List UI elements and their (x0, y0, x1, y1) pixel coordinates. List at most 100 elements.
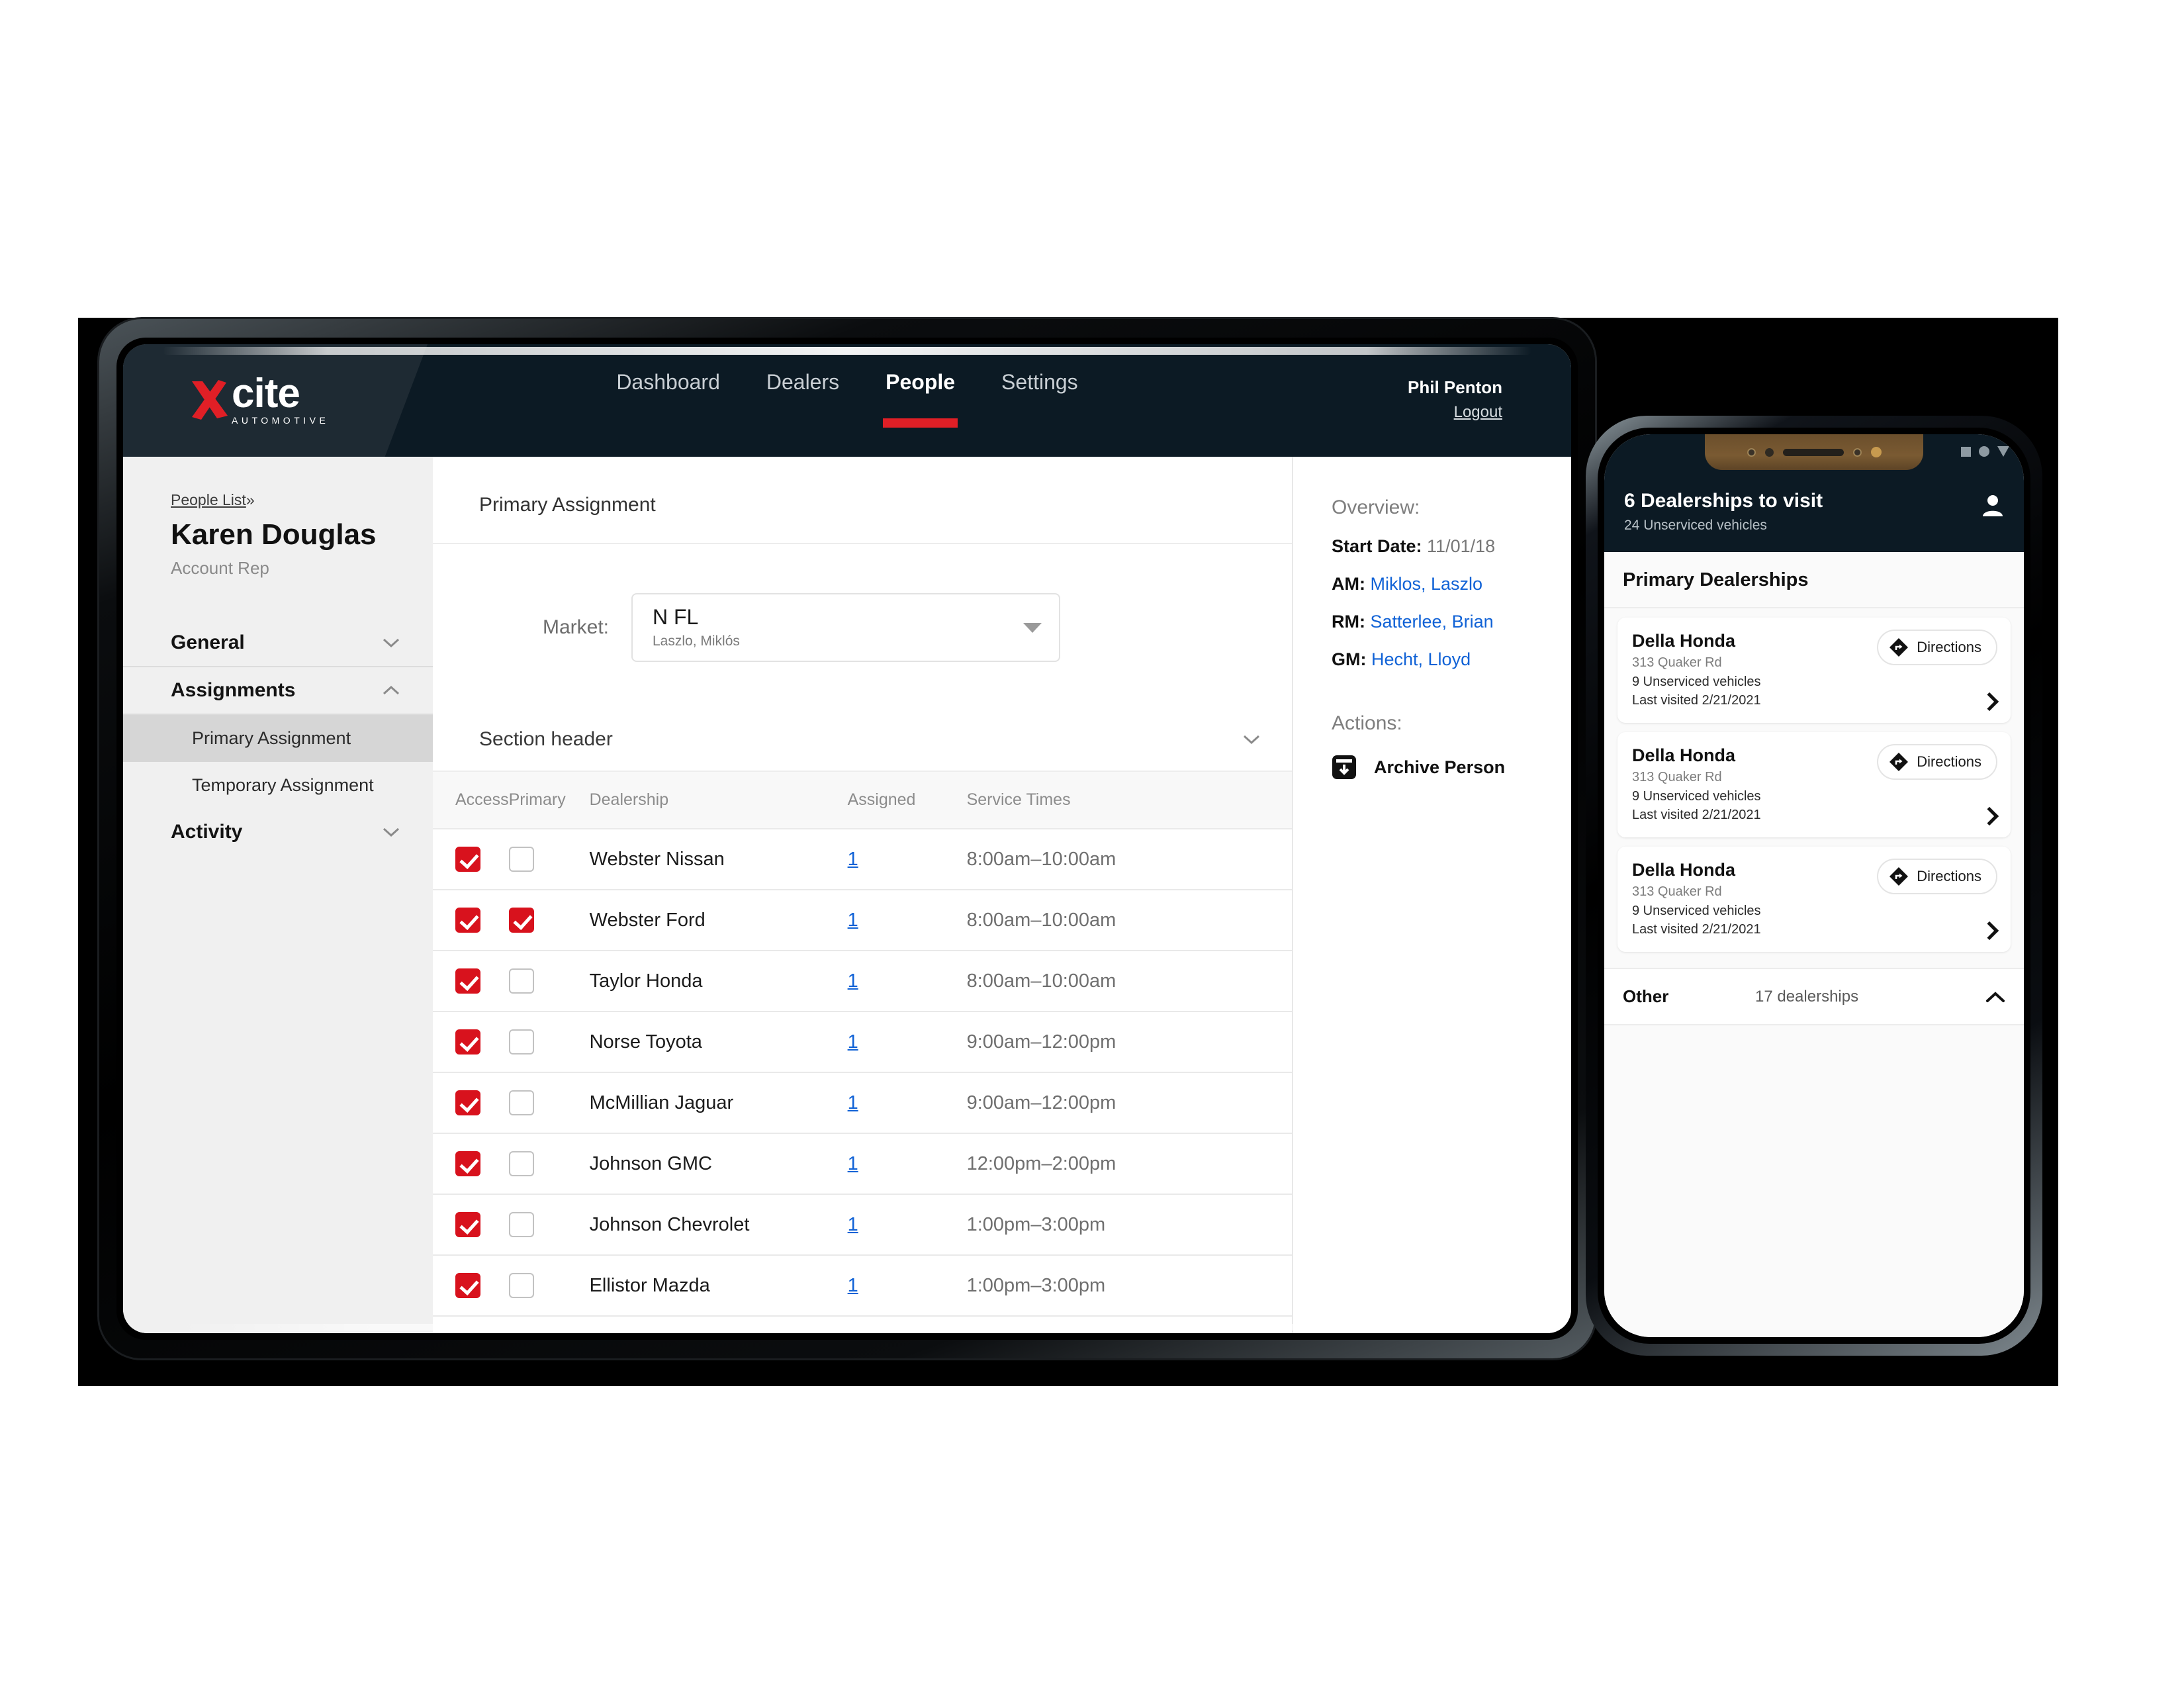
person-icon[interactable] (1981, 494, 2004, 518)
user-menu: Phil Penton Logout (1408, 377, 1502, 422)
primary-checkbox[interactable] (508, 968, 534, 994)
phone-header-title: 6 Dealerships to visit (1624, 490, 1823, 512)
chevron-down-icon (1023, 622, 1042, 633)
phone-screen: 6 Dealerships to visit 24 Unserviced veh… (1604, 434, 2024, 1337)
access-checkbox[interactable] (455, 1212, 480, 1237)
cell-access (433, 890, 509, 951)
breadcrumb: People List» (171, 491, 433, 509)
overview-gm-link[interactable]: Hecht, Lloyd (1371, 649, 1471, 669)
primary-checkbox[interactable] (508, 847, 534, 872)
sidebar-item-primary-assignment[interactable]: Primary Assignment (123, 715, 433, 762)
cell-primary (508, 890, 590, 951)
cell-service-times: 9:00am–12:00pm (966, 1072, 1292, 1134)
user-name: Phil Penton (1408, 377, 1502, 397)
assigned-count-link[interactable]: 1 (848, 1275, 858, 1296)
sidebar: People List» Karen Douglas Account Rep G… (123, 457, 433, 1333)
dealership-card-unserviced: 9 Unserviced vehicles (1632, 789, 1761, 804)
breadcrumb-people-list-link[interactable]: People List (171, 491, 246, 508)
sidebar-item-activity[interactable]: Activity (123, 809, 433, 855)
breadcrumb-separator: » (246, 491, 255, 508)
phone-header-subtitle: 24 Unserviced vehicles (1624, 518, 1767, 533)
directions-icon (1889, 867, 1909, 886)
assigned-count-link[interactable]: 1 (848, 849, 858, 870)
overview-am-link[interactable]: Miklos, Laszlo (1371, 574, 1483, 594)
directions-label: Directions (1917, 753, 1981, 770)
assigned-count-link[interactable]: 1 (848, 970, 858, 992)
access-checkbox[interactable] (455, 1029, 480, 1055)
section-header-label: Section header (479, 728, 613, 750)
access-checkbox[interactable] (455, 1090, 480, 1115)
phone-other-section[interactable]: Other 17 dealerships (1604, 968, 2024, 1025)
phone-status-bar (1604, 434, 2024, 475)
cell-assigned: 1 (847, 1072, 967, 1134)
cell-service-times: 1:00pm–3:00pm (966, 1194, 1292, 1256)
overview-rm: RM: Satterlee, Brian (1332, 612, 1571, 632)
phone-section-title: Primary Dealerships (1604, 552, 2024, 608)
market-field-row: Market: N FL Laszlo, Miklós (433, 544, 1292, 708)
chevron-down-icon (383, 638, 400, 648)
overview-rm-link[interactable]: Satterlee, Brian (1371, 612, 1494, 632)
assigned-count-link[interactable]: 1 (848, 1031, 858, 1053)
table-row: Webster Ford 1 8:00am–10:00am (433, 890, 1292, 951)
cell-assigned: 1 (847, 1255, 967, 1317)
dealership-card-unserviced: 9 Unserviced vehicles (1632, 904, 1761, 918)
table-row: Johnson GMC 1 12:00pm–2:00pm (433, 1133, 1292, 1195)
assigned-count-link[interactable]: 1 (848, 1092, 858, 1113)
access-checkbox[interactable] (455, 847, 480, 872)
assigned-count-link[interactable]: 1 (848, 910, 858, 931)
service-times-value: 1:00pm–3:00pm (966, 1274, 1106, 1296)
cell-service-times: 12:00pm–2:00pm (966, 1133, 1292, 1195)
primary-checkbox[interactable] (508, 1212, 534, 1237)
phone-bezel: 6 Dealerships to visit 24 Unserviced veh… (1598, 428, 2030, 1344)
column-header-primary: Primary (508, 772, 590, 829)
cell-assigned: 1 (847, 890, 967, 951)
table-header-row: Access Primary Dealership Assigned Servi… (433, 772, 1292, 829)
dealership-card[interactable]: Della Honda 313 Quaker Rd 9 Unserviced veh… (1617, 732, 2011, 837)
primary-checkbox[interactable] (508, 1273, 534, 1298)
primary-checkbox[interactable] (508, 908, 534, 933)
nav-item-dashboard[interactable]: Dashboard (614, 370, 723, 432)
access-checkbox[interactable] (455, 908, 480, 933)
sidebar-item-general[interactable]: General (123, 620, 433, 667)
cell-primary (508, 951, 590, 1012)
dealership-card[interactable]: Della Honda 313 Quaker Rd 9 Unserviced veh… (1617, 618, 2011, 723)
cell-service-times: 1:00pm–3:00pm (966, 1255, 1292, 1317)
section-header-row[interactable]: Section header (433, 708, 1292, 772)
nav-item-dealers[interactable]: Dealers (764, 370, 842, 432)
archive-person-button[interactable]: Archive Person (1332, 755, 1571, 780)
overview-title: Overview: (1332, 496, 1420, 518)
sidebar-item-temporary-assignment[interactable]: Temporary Assignment (123, 762, 433, 809)
nav-item-settings[interactable]: Settings (999, 370, 1081, 432)
assigned-count-link[interactable]: 1 (848, 1214, 858, 1235)
dealership-card-last-visited: Last visited 2/21/2021 (1632, 693, 1761, 708)
primary-checkbox[interactable] (508, 1151, 534, 1176)
access-checkbox[interactable] (455, 1151, 480, 1176)
directions-button[interactable]: Directions (1877, 744, 1997, 780)
sidebar-item-assignments[interactable]: Assignments (123, 667, 433, 715)
assigned-count-link[interactable]: 1 (848, 1153, 858, 1174)
circle-icon (1979, 446, 1989, 457)
directions-button[interactable]: Directions (1877, 859, 1997, 894)
directions-button[interactable]: Directions (1877, 630, 1997, 665)
primary-checkbox[interactable] (508, 1029, 534, 1055)
overview-gm-label: GM: (1332, 649, 1367, 669)
service-times-value: 8:00am–10:00am (966, 970, 1116, 992)
access-checkbox[interactable] (455, 968, 480, 994)
column-header-service-times: Service Times (966, 772, 1292, 829)
cell-service-times: 8:00am–10:00am (966, 951, 1292, 1012)
cell-access (433, 1011, 509, 1073)
market-select[interactable]: N FL Laszlo, Miklós (631, 593, 1060, 662)
cell-dealership: Webster Nissan (589, 829, 848, 890)
overview-am: AM: Miklos, Laszlo (1332, 574, 1571, 594)
sensor-icon (1852, 447, 1862, 457)
nav-item-people[interactable]: People (883, 370, 958, 432)
primary-checkbox[interactable] (508, 1090, 534, 1115)
square-icon (1961, 446, 1971, 457)
sidebar-item-activity-label: Activity (171, 821, 243, 843)
access-checkbox[interactable] (455, 1273, 480, 1298)
column-header-access: Access (433, 772, 509, 829)
dealership-card[interactable]: Della Honda 313 Quaker Rd 9 Unserviced veh… (1617, 847, 2011, 952)
cell-assigned: 1 (847, 829, 967, 890)
main-content: Primary Assignment Market: N FL Laszlo, … (433, 457, 1293, 1333)
logout-link[interactable]: Logout (1408, 403, 1502, 422)
